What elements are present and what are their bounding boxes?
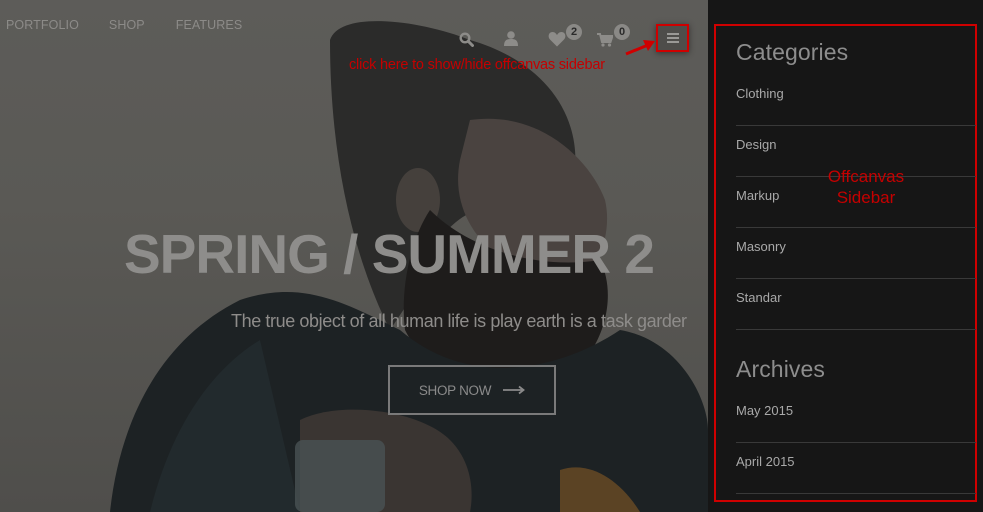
- long-arrow-right-icon: [503, 385, 526, 395]
- category-item-standar[interactable]: Standar: [736, 279, 976, 330]
- cart-button[interactable]: 0: [597, 24, 630, 47]
- annotation-menu-hint: click here to show/hide offcanvas sideba…: [349, 57, 605, 73]
- shop-now-label: SHOP NOW: [418, 382, 492, 398]
- annotation-sidebar-frame: Categories Clothing Design Markup Masonr…: [714, 24, 977, 502]
- sidebar-widgets: Categories Clothing Design Markup Masonr…: [736, 38, 976, 494]
- cart-icon: [597, 33, 613, 47]
- widget-title-categories: Categories: [736, 39, 849, 65]
- wishlist-count-badge: 2: [566, 24, 582, 40]
- hamburger-icon-bar: [666, 37, 679, 39]
- offcanvas-toggle-button[interactable]: [656, 24, 689, 52]
- hamburger-icon-bar: [666, 41, 679, 43]
- wishlist-button[interactable]: 2: [548, 24, 582, 47]
- hero-section: PORTFOLIO SHOP FEATURES 2 0 click here t…: [0, 0, 708, 512]
- annotation-sidebar-label: Offcanvas Sidebar: [818, 166, 914, 208]
- offcanvas-sidebar: Categories Clothing Design Markup Masonr…: [708, 0, 983, 512]
- hero-headline: SPRING / SUMMER 2: [124, 223, 655, 285]
- archives-list: May 2015 April 2015: [736, 392, 976, 494]
- heart-icon: [548, 31, 566, 47]
- archive-item-may-2015[interactable]: May 2015: [736, 392, 976, 443]
- annotation-sidebar-label-line1: Offcanvas: [827, 167, 905, 186]
- annotation-arrow-icon: [625, 40, 655, 56]
- widget-archives: Archives May 2015 April 2015: [736, 355, 976, 494]
- widget-title-archives: Archives: [736, 356, 825, 382]
- hero-subheadline: The true object of all human life is pla…: [231, 311, 687, 331]
- user-icon[interactable]: [504, 31, 518, 46]
- archive-item-april-2015[interactable]: April 2015: [736, 443, 976, 494]
- header-icons: 2 0: [0, 24, 708, 54]
- hamburger-icon: [666, 33, 679, 35]
- shop-now-button[interactable]: SHOP NOW: [388, 365, 556, 415]
- category-item-clothing[interactable]: Clothing: [736, 75, 976, 126]
- annotation-sidebar-label-line2: Sidebar: [836, 188, 896, 207]
- category-item-masonry[interactable]: Masonry: [736, 228, 976, 279]
- search-icon[interactable]: [459, 32, 474, 47]
